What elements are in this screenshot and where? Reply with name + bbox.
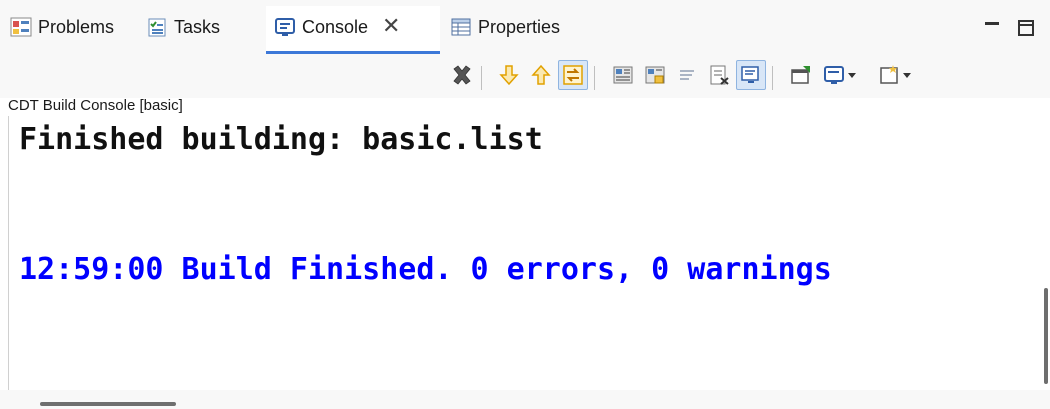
save-log-icon — [613, 66, 633, 84]
lock-icon — [645, 66, 665, 84]
word-wrap-button[interactable] — [672, 60, 702, 90]
remove-all-terminated-button[interactable] — [447, 60, 477, 90]
minimize-icon[interactable] — [982, 18, 1002, 38]
pin-console-button[interactable] — [786, 60, 816, 90]
chevron-down-icon — [848, 73, 856, 78]
console-line: 12:59:00 Build Finished. 0 errors, 0 war… — [19, 252, 832, 287]
vertical-scrollbar[interactable] — [1044, 288, 1048, 384]
close-icon[interactable]: ✕ — [382, 15, 400, 37]
new-console-icon — [880, 65, 898, 84]
console-output[interactable]: Finished building: basic.list 12:59:00 B… — [8, 116, 1033, 390]
tab-console[interactable]: Console ✕ — [266, 6, 440, 54]
tab-label: Properties — [478, 17, 561, 37]
scroll-lock-button[interactable] — [640, 60, 670, 90]
bottom-scroll-area — [0, 390, 1050, 409]
link-with-editor-button[interactable] — [558, 60, 588, 90]
horizontal-scrollbar[interactable] — [40, 402, 176, 406]
maximize-icon[interactable] — [1016, 18, 1036, 38]
console-line: Finished building: basic.list — [19, 122, 543, 157]
console-dropdown-icon — [824, 66, 844, 84]
console-icon — [275, 18, 295, 36]
tasks-icon — [148, 18, 166, 37]
view-tab-bar: Problems Tasks Console ✕ Properties — [0, 0, 1050, 58]
problems-icon — [10, 17, 32, 37]
tab-label: Problems — [38, 17, 115, 37]
display-selected-console-button[interactable] — [820, 60, 860, 90]
console-title: CDT Build Console [basic] — [8, 97, 183, 114]
open-console-button[interactable] — [870, 60, 920, 90]
next-error-button[interactable] — [494, 60, 524, 90]
tab-problems[interactable]: Problems — [10, 6, 114, 54]
wrap-icon — [680, 70, 694, 80]
link-icon — [563, 65, 583, 85]
tab-label: Tasks — [174, 17, 221, 37]
monitor-icon — [741, 66, 759, 83]
clear-console-button[interactable] — [704, 60, 734, 90]
clear-icon — [710, 65, 729, 85]
previous-error-button[interactable] — [526, 60, 556, 90]
toolbar-separator — [594, 66, 595, 90]
arrow-down-icon — [499, 65, 519, 86]
show-console-button[interactable] — [736, 60, 766, 90]
toolbar-separator — [772, 66, 773, 90]
save-build-log-button[interactable] — [608, 60, 638, 90]
tab-label: Console — [302, 17, 369, 37]
console-toolbar — [0, 58, 1050, 98]
arrow-up-icon — [531, 64, 551, 85]
tab-properties[interactable]: Properties — [450, 6, 560, 54]
remove-all-icon — [453, 65, 471, 85]
tab-tasks[interactable]: Tasks — [146, 6, 220, 54]
toolbar-separator — [481, 66, 482, 90]
chevron-down-icon — [903, 73, 911, 78]
properties-icon — [451, 18, 471, 36]
pin-icon — [791, 66, 810, 84]
